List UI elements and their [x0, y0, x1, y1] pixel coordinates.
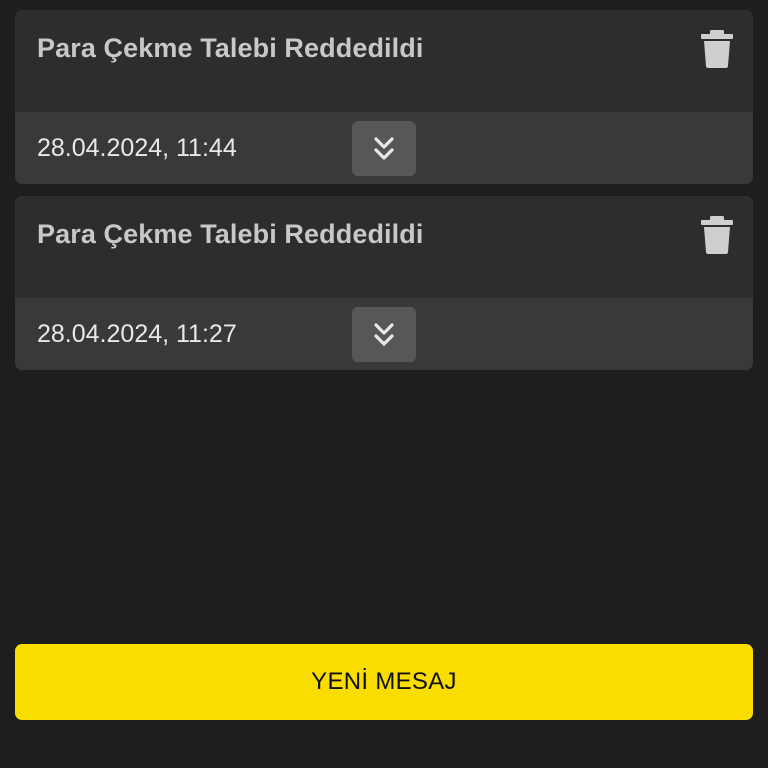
expand-button[interactable]	[352, 121, 416, 176]
message-title: Para Çekme Talebi Reddedildi	[37, 219, 424, 249]
new-message-label: YENİ MESAJ	[311, 668, 457, 695]
message-date: 28.04.2024, 11:44	[37, 134, 237, 162]
new-message-button[interactable]: YENİ MESAJ	[15, 644, 753, 720]
expand-button[interactable]	[352, 307, 416, 362]
message-date: 28.04.2024, 11:27	[37, 320, 237, 348]
message-card-header: Para Çekme Talebi Reddedildi	[15, 10, 753, 112]
trash-icon[interactable]	[701, 216, 733, 254]
messages-screen: Para Çekme Talebi Reddedildi 28.04.2024,…	[0, 0, 768, 768]
message-card: Para Çekme Talebi Reddedildi 28.04.2024,…	[15, 196, 753, 370]
trash-icon[interactable]	[701, 30, 733, 68]
message-card: Para Çekme Talebi Reddedildi 28.04.2024,…	[15, 10, 753, 184]
message-card-footer: 28.04.2024, 11:44	[15, 112, 753, 184]
chevron-double-down-icon	[374, 136, 394, 160]
message-card-header: Para Çekme Talebi Reddedildi	[15, 196, 753, 298]
message-title: Para Çekme Talebi Reddedildi	[37, 33, 424, 63]
chevron-double-down-icon	[374, 322, 394, 346]
message-card-footer: 28.04.2024, 11:27	[15, 298, 753, 370]
message-list: Para Çekme Talebi Reddedildi 28.04.2024,…	[15, 10, 753, 382]
